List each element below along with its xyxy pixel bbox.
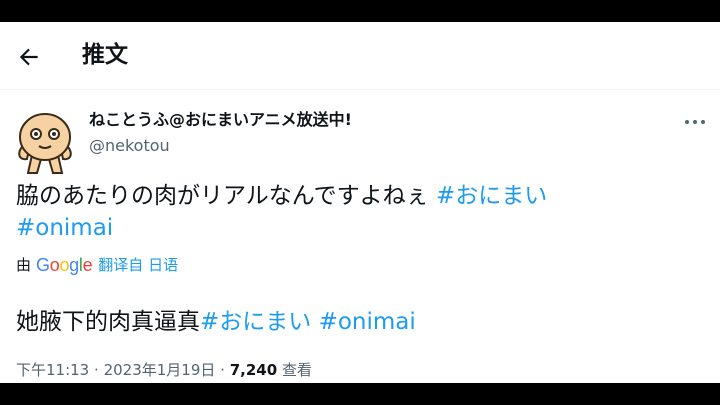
more-horizontal-icon[interactable] xyxy=(684,118,706,126)
hashtag-link[interactable]: #おにまい xyxy=(200,309,311,335)
arrow-left-icon[interactable] xyxy=(16,44,42,70)
page-title: 推文 xyxy=(82,42,128,68)
views-label: 查看 xyxy=(281,361,312,379)
translated-text: 她腋下的肉真逼真#おにまい #onimai xyxy=(16,306,416,338)
translation-attribution: 由 Google 翻译自 日语 xyxy=(16,253,178,277)
header-divider xyxy=(0,89,720,90)
tweet-date[interactable]: 2023年1月19日 xyxy=(104,361,216,379)
tweet-meta: 下午11:13 · 2023年1月19日 · 7,240 查看 xyxy=(16,359,312,381)
hashtag-link[interactable]: #onimai xyxy=(319,309,416,335)
author-handle[interactable]: @nekotou xyxy=(89,135,170,157)
views-count: 7,240 xyxy=(229,361,278,379)
translated-by-label: 由 xyxy=(16,256,32,274)
avatar[interactable] xyxy=(15,105,75,177)
tweet-body: 脇のあたりの肉がリアルなんですよねぇ xyxy=(16,183,436,209)
meta-separator: · xyxy=(94,361,99,379)
hashtag-link[interactable]: #おにまい xyxy=(436,183,547,209)
header-bar: 推文 xyxy=(0,22,720,90)
author-display-name[interactable]: ねことうふ@おにまいアニメ放送中! xyxy=(89,109,352,131)
tweet-detail-screen: 推文 ねことうふ@おにまいアニメ放送中! @nekotou 脇のあたりの肉がリア… xyxy=(0,22,720,383)
hashtag-link[interactable]: #onimai xyxy=(16,215,113,241)
tweet-text: 脇のあたりの肉がリアルなんですよねぇ #おにまい #onimai xyxy=(16,180,706,244)
tweet-time[interactable]: 下午11:13 xyxy=(16,361,89,379)
meta-separator: · xyxy=(220,361,225,379)
translation-source-link[interactable]: 翻译自 日语 xyxy=(98,253,178,277)
translated-body: 她腋下的肉真逼真 xyxy=(16,309,200,335)
google-logo: Google xyxy=(36,255,93,275)
